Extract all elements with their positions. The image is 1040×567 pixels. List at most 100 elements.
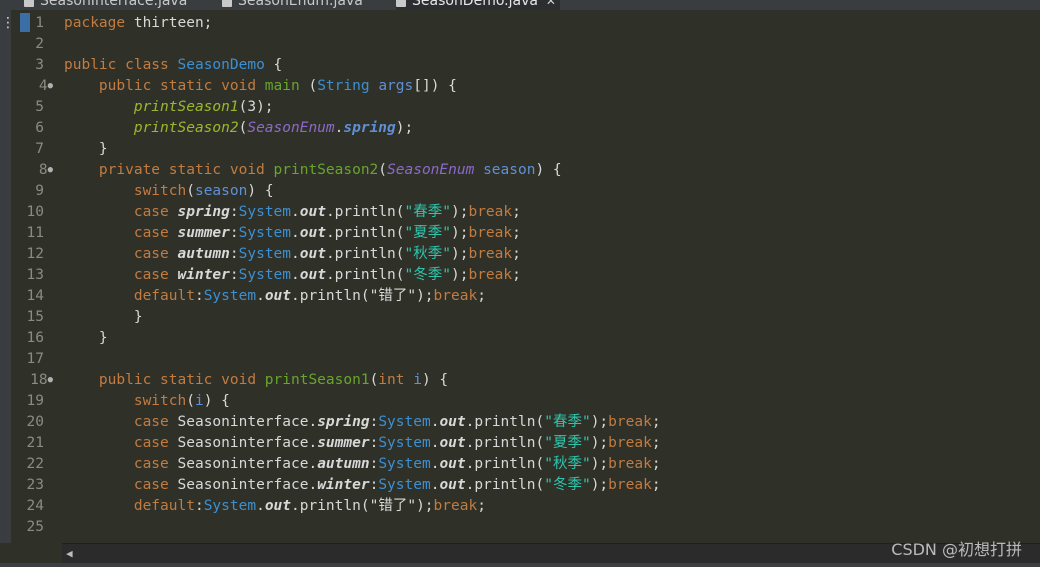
code-token: printSeason2 — [273, 162, 379, 178]
code-token: . — [256, 498, 265, 514]
line-number-text: 18 — [30, 372, 48, 388]
code-token: out — [439, 414, 466, 430]
line-number: 24 — [13, 496, 53, 517]
tab-label: SeasonEnum.java — [238, 0, 363, 9]
code-token: Seasoninterface. — [177, 477, 318, 493]
code-token: ( — [299, 78, 318, 94]
code-line[interactable]: switch(i) { — [64, 391, 230, 412]
code-line[interactable]: default:System.out.println("错了");break; — [64, 286, 486, 307]
code-token: ; — [651, 414, 661, 430]
code-line[interactable]: case Seasoninterface.spring:System.out.p… — [64, 412, 661, 433]
code-line[interactable]: switch(season) { — [64, 181, 274, 202]
code-line[interactable]: case winter:System.out.println("冬季");bre… — [64, 265, 521, 286]
fold-toggle-icon[interactable]: ● — [48, 375, 53, 385]
code-token: break — [468, 267, 513, 283]
code-token: printSeason1 — [264, 372, 370, 388]
code-line[interactable]: package thirteen; — [64, 13, 212, 34]
code-token: SeasonDemo — [177, 57, 265, 73]
code-token: thirteen; — [125, 15, 213, 31]
code-token: case — [133, 477, 178, 493]
code-token: ; — [512, 267, 521, 283]
code-token: ; — [651, 435, 661, 451]
code-token: . — [256, 288, 265, 304]
code-token: case — [133, 267, 178, 283]
fold-toggle-icon[interactable]: ● — [48, 165, 53, 175]
line-number-text: 10 — [26, 204, 44, 220]
line-number-text: 21 — [26, 435, 44, 451]
code-line[interactable]: printSeason1(3); — [64, 97, 274, 118]
code-token: SeasonEnum — [387, 162, 475, 178]
code-line[interactable]: } — [64, 328, 108, 349]
line-number: 6 — [13, 118, 53, 139]
line-number: 10 — [13, 202, 53, 223]
code-token: season — [194, 183, 248, 199]
code-token: default — [133, 288, 195, 304]
line-number: 8● — [13, 160, 53, 181]
code-line[interactable]: public static void printSeason1(int i) { — [64, 370, 448, 391]
line-number-text: 11 — [26, 225, 44, 241]
line-number-gutter: 1 2 3 4● 5 6 7 8● 9 10 11 12 13 14 15 16 17 18● 19 20 21 22 23… — [11, 10, 53, 543]
code-token: } — [64, 330, 108, 346]
code-token: .println( — [325, 204, 405, 220]
code-token: System — [238, 267, 292, 283]
code-token: autumn — [177, 246, 230, 262]
code-token: out — [299, 204, 326, 220]
code-token: .println( — [465, 456, 545, 472]
code-token: break — [608, 414, 652, 430]
line-number-text: 2 — [35, 36, 44, 52]
line-number: 22 — [13, 454, 53, 475]
code-token: out — [439, 477, 466, 493]
code-token: public static void — [98, 78, 265, 94]
tab-season-demo[interactable]: SeasonDemo.java ✕ — [396, 0, 560, 10]
scroll-left-arrow-icon[interactable]: ◀ — [66, 547, 73, 560]
code-token: spring — [317, 414, 370, 430]
code-line[interactable]: case Seasoninterface.summer:System.out.p… — [64, 433, 661, 454]
code-line[interactable]: } — [64, 307, 143, 328]
java-file-icon — [222, 0, 232, 7]
code-token: . — [291, 225, 300, 241]
code-token: ( — [369, 372, 379, 388]
code-token: int — [378, 372, 405, 388]
line-number: 9 — [13, 181, 53, 202]
code-token: ; — [512, 204, 521, 220]
code-token: : — [369, 477, 379, 493]
code-line[interactable]: default:System.out.println("错了");break; — [64, 496, 486, 517]
code-token: winter — [317, 477, 370, 493]
code-line[interactable]: case Seasoninterface.winter:System.out.p… — [64, 475, 661, 496]
line-number-text: 5 — [35, 99, 44, 115]
code-line[interactable]: printSeason2(SeasonEnum.spring); — [64, 118, 413, 139]
code-token: break — [433, 288, 478, 304]
code-token: "冬季" — [404, 267, 451, 283]
code-line[interactable]: case spring:System.out.println("春季");bre… — [64, 202, 521, 223]
code-token: spring — [177, 204, 230, 220]
fold-toggle-icon[interactable]: ● — [48, 81, 53, 91]
code-token: "春季" — [404, 204, 451, 220]
code-token: ( — [186, 183, 195, 199]
close-icon[interactable]: ✕ — [546, 0, 556, 10]
code-token: : — [194, 288, 204, 304]
code-token: switch — [133, 183, 187, 199]
code-line[interactable]: case Seasoninterface.autumn:System.out.p… — [64, 454, 661, 475]
code-line[interactable]: public class SeasonDemo { — [64, 55, 282, 76]
code-line[interactable]: private static void printSeason2(SeasonE… — [64, 160, 562, 181]
line-number-text: 16 — [26, 330, 44, 346]
line-number-text: 6 — [35, 120, 44, 136]
code-line[interactable]: case autumn:System.out.println("秋季");bre… — [64, 244, 521, 265]
code-token: "冬季" — [544, 477, 591, 493]
code-line[interactable]: } — [64, 139, 108, 160]
tab-season-interface[interactable]: SeasonInterface.java — [24, 0, 187, 10]
code-token: .println( — [465, 477, 545, 493]
code-editor[interactable]: 1 2 3 4● 5 6 7 8● 9 10 11 12 13 14 15 16 17 18● 19 20 21 22 23… — [11, 10, 1040, 543]
code-line[interactable]: public static void main (String args[]) … — [64, 76, 457, 97]
code-line[interactable]: case summer:System.out.println("夏季");bre… — [64, 223, 521, 244]
code-token: printSeason1 — [133, 99, 239, 115]
code-token: ); — [590, 456, 609, 472]
tab-season-enum[interactable]: SeasonEnum.java — [222, 0, 363, 10]
